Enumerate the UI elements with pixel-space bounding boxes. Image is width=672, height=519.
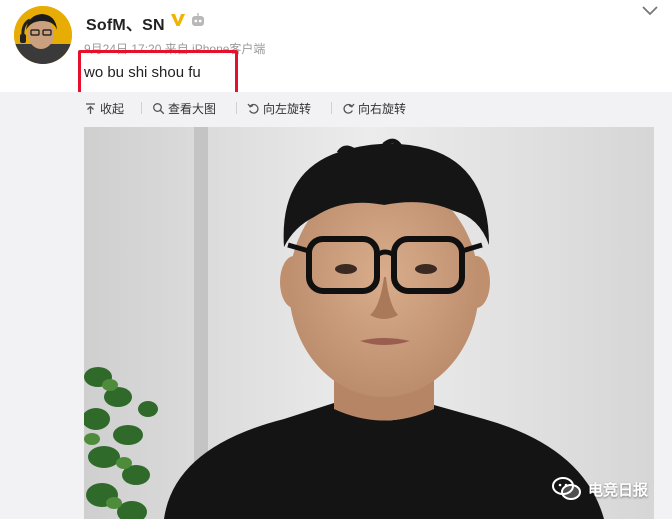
watermark: 电竞日报 [552, 476, 648, 502]
watermark-label: 电竞日报 [588, 481, 649, 499]
rotate-left-button[interactable]: 向左旋转 [247, 100, 311, 116]
robot-icon [192, 13, 204, 26]
avatar[interactable] [14, 6, 72, 64]
verified-v-icon [171, 14, 185, 26]
image-toolbar: 收起 查看大图 向左旋转 向右旋转 [0, 92, 672, 124]
collapse-label: 收起 [100, 101, 125, 116]
divider [141, 102, 142, 114]
rotate-right-label: 向右旋转 [358, 101, 407, 116]
chevron-down-icon[interactable] [641, 4, 659, 18]
collapse-icon [86, 102, 95, 114]
rotate-right-icon [343, 103, 355, 114]
wechat-icon [552, 477, 581, 500]
post-header: SofM、SN 9月24日 17:20 来自 iPhone客户端 wo bu s… [0, 0, 672, 97]
rotate-right-button[interactable]: 向右旋转 [342, 100, 406, 116]
search-icon [153, 102, 165, 114]
rotate-left-label: 向左旋转 [263, 101, 312, 116]
rotate-left-icon [247, 103, 259, 114]
view-large-label: 查看大图 [168, 101, 217, 116]
collapse-button[interactable]: 收起 [84, 100, 124, 116]
divider [236, 102, 237, 114]
divider [331, 102, 332, 114]
username[interactable]: SofM、SN [86, 11, 165, 35]
post-photo[interactable] [84, 127, 654, 519]
highlight-annotation [78, 50, 238, 97]
view-large-button[interactable]: 查看大图 [152, 100, 216, 116]
